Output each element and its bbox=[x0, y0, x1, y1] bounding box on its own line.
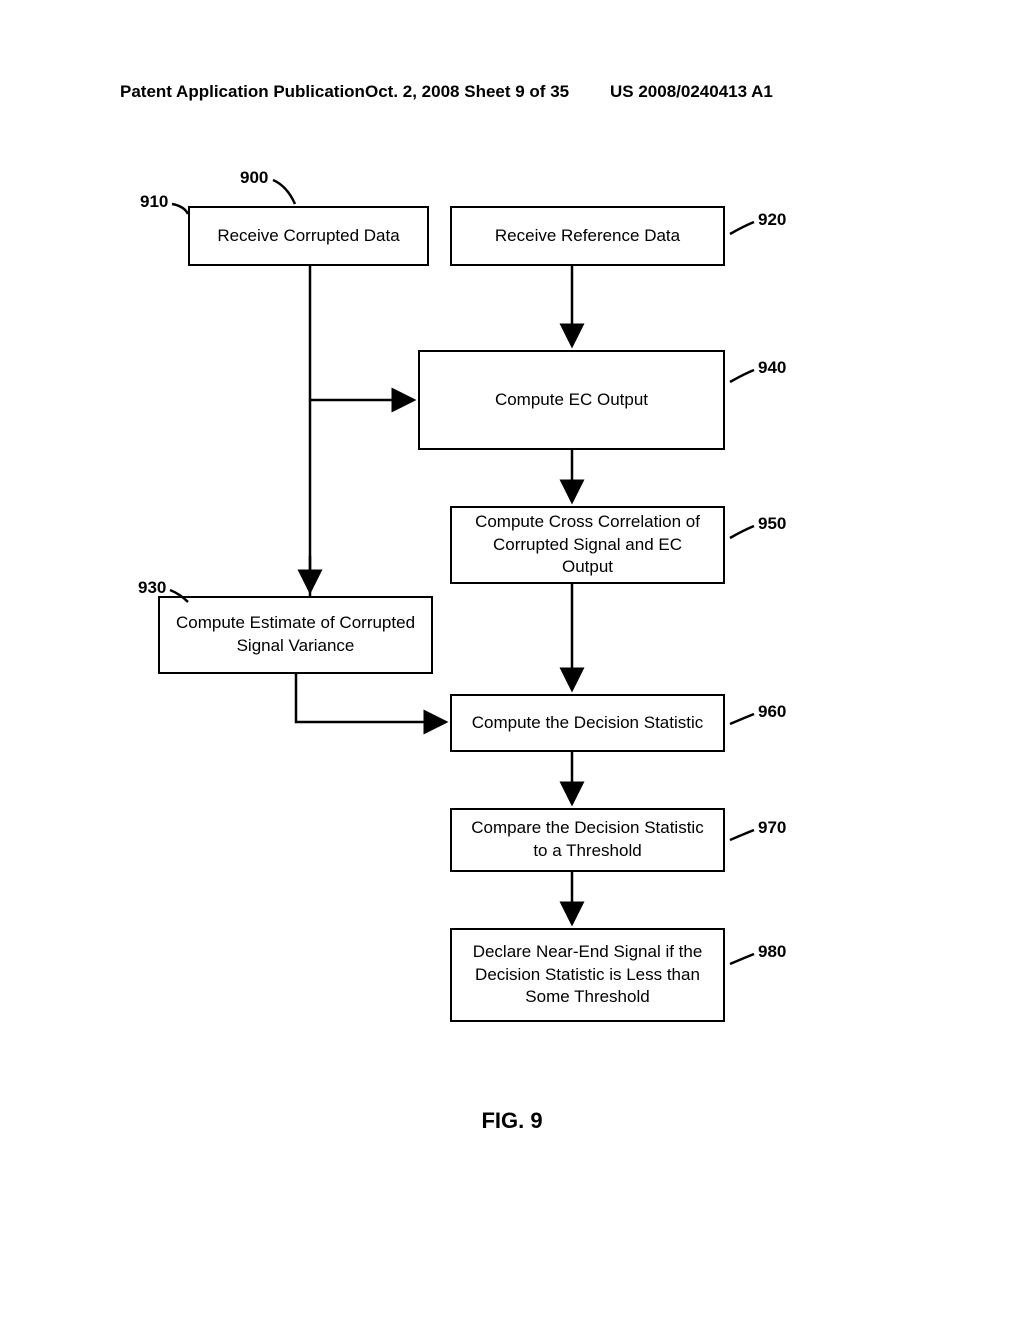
flow-connectors bbox=[0, 0, 1024, 1320]
